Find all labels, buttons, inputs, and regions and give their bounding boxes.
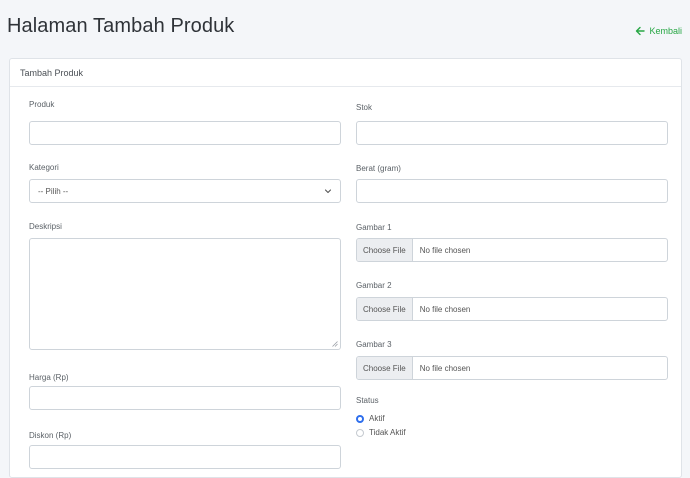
gambar3-file-status: No file chosen — [419, 363, 471, 373]
back-link[interactable]: Kembali — [635, 26, 682, 36]
page-header: Halaman Tambah Produk Kembali — [0, 0, 690, 50]
berat-label: Berat (gram) — [356, 164, 401, 173]
harga-input[interactable] — [29, 386, 341, 410]
stok-input[interactable] — [356, 121, 668, 145]
gambar2-file-input[interactable]: Choose File No file chosen — [356, 297, 668, 321]
gambar1-file-input[interactable]: Choose File No file chosen — [356, 238, 668, 262]
produk-input[interactable] — [29, 121, 341, 145]
harga-label: Harga (Rp) — [29, 373, 69, 382]
status-label: Status — [356, 396, 379, 405]
gambar1-label: Gambar 1 — [356, 223, 392, 232]
card-title: Tambah Produk — [10, 59, 681, 87]
gambar3-choose-button[interactable]: Choose File — [357, 357, 413, 379]
stok-label: Stok — [356, 103, 373, 112]
arrow-left-icon — [636, 26, 646, 36]
berat-input[interactable] — [356, 179, 668, 203]
kategori-selected: -- Pilih -- — [38, 186, 69, 196]
diskon-input[interactable] — [29, 445, 341, 469]
gambar1-file-status: No file chosen — [419, 245, 471, 255]
gambar3-label: Gambar 3 — [356, 340, 392, 349]
gambar3-file-input[interactable]: Choose File No file chosen — [356, 356, 668, 380]
back-link-label: Kembali — [649, 26, 682, 36]
page-title: Halaman Tambah Produk — [7, 15, 235, 37]
radio-unchecked-icon[interactable] — [356, 428, 364, 437]
gambar2-file-status: No file chosen — [419, 304, 471, 314]
produk-label: Produk — [29, 100, 55, 109]
diskon-label: Diskon (Rp) — [29, 431, 72, 440]
kategori-label: Kategori — [29, 163, 59, 172]
status-option-tidak-aktif[interactable]: Tidak Aktif — [356, 428, 406, 437]
resize-grip-icon[interactable] — [332, 341, 338, 347]
status-option-label: Tidak Aktif — [369, 428, 406, 437]
add-product-card: Tambah Produk Produk Kategori -- Pilih -… — [9, 58, 682, 478]
gambar2-choose-button[interactable]: Choose File — [357, 298, 413, 320]
deskripsi-label: Deskripsi — [29, 222, 62, 231]
status-option-aktif[interactable]: Aktif — [356, 414, 385, 423]
chevron-down-icon — [324, 189, 332, 194]
radio-checked-icon[interactable] — [356, 414, 364, 423]
gambar2-label: Gambar 2 — [356, 281, 392, 290]
status-option-label: Aktif — [369, 414, 385, 423]
kategori-select[interactable]: -- Pilih -- — [29, 179, 341, 203]
deskripsi-textarea[interactable] — [29, 238, 341, 350]
gambar1-choose-button[interactable]: Choose File — [357, 239, 413, 261]
